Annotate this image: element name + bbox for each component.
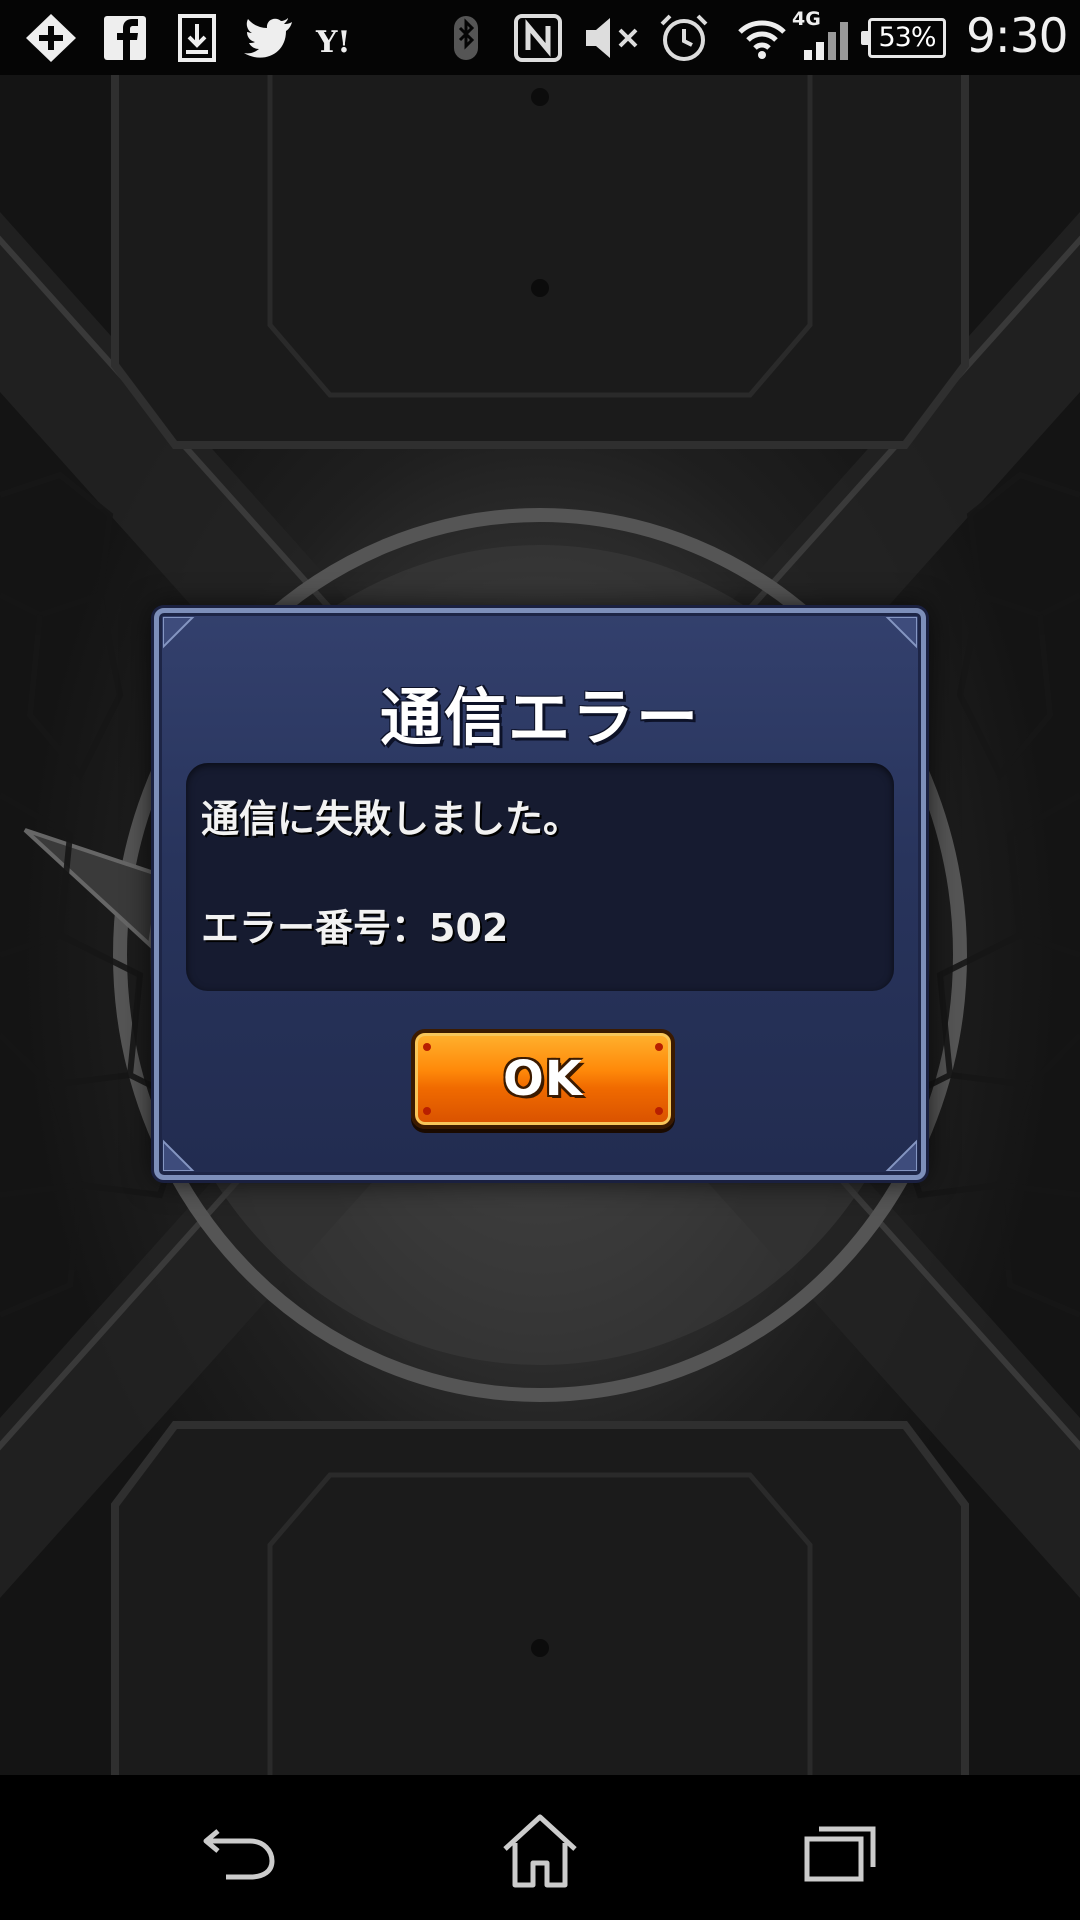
corner-ornament (163, 617, 197, 651)
clock: 9:30 (966, 9, 1069, 64)
add-app-icon (22, 10, 80, 66)
ok-button[interactable]: OK (411, 1029, 675, 1129)
ok-button-label: OK (503, 1051, 583, 1107)
svg-text:Y!: Y! (315, 25, 351, 60)
nfc-icon (510, 10, 566, 66)
rivet (655, 1107, 663, 1115)
navigation-bar (0, 1775, 1080, 1920)
signal-icon (800, 10, 854, 66)
error-code: エラー番号：502 (201, 906, 509, 950)
message-box: 通信に失敗しました。 エラー番号：502 (186, 763, 894, 991)
error-dialog: 通信エラー 通信に失敗しました。 エラー番号：502 OK (154, 608, 926, 1180)
corner-ornament (883, 617, 917, 651)
bluetooth-icon (446, 10, 486, 66)
dialog-title: 通信エラー (379, 681, 700, 754)
error-message: 通信に失敗しました。 (201, 797, 582, 841)
corner-ornament (883, 1137, 917, 1171)
rivet (423, 1043, 431, 1051)
status-bar: Y! 4G 53% 9:30 (0, 0, 1080, 75)
home-icon[interactable] (495, 1811, 585, 1891)
rivet (423, 1107, 431, 1115)
download-icon (168, 10, 226, 66)
back-icon[interactable] (196, 1811, 286, 1891)
yahoo-icon: Y! (312, 10, 370, 66)
battery-percentage: 53% (878, 22, 936, 53)
battery-icon: 53% (861, 18, 946, 58)
recent-apps-icon[interactable] (795, 1811, 885, 1891)
twitter-icon (240, 10, 298, 66)
corner-ornament (163, 1137, 197, 1171)
mute-icon (580, 10, 644, 66)
rivet (655, 1043, 663, 1051)
wifi-icon (736, 10, 788, 66)
facebook-icon (96, 10, 154, 66)
alarm-icon (656, 10, 712, 66)
